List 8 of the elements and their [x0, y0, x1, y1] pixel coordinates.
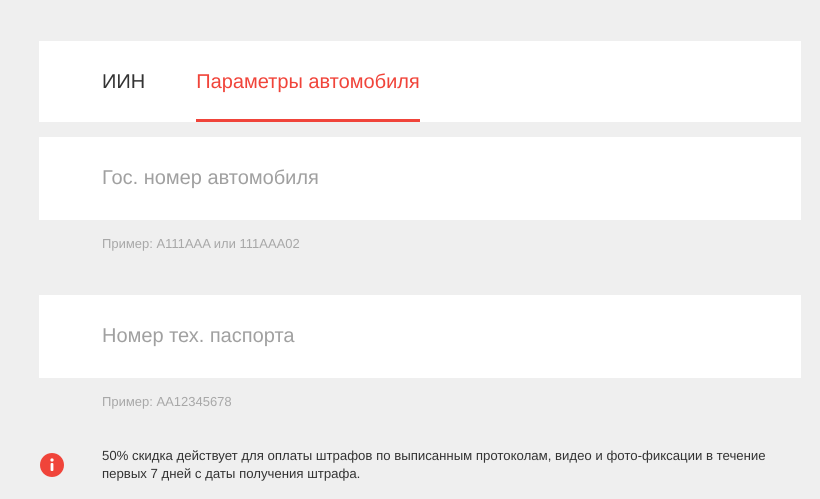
- field-hint: Пример: AA12345678: [101, 392, 233, 411]
- info-icon: [40, 453, 64, 477]
- field-hint: Пример: A111AAA или 111AAA02: [101, 235, 301, 253]
- input-field[interactable]: Гос. номер автомобиля: [39, 137, 801, 220]
- notice-text: 50% скидка действует для оплаты штрафов по выписанным протоколам, видео и фото-фиксации в течение первых 7 дней с даты получения штрафа.: [102, 447, 767, 483]
- input-field[interactable]: Номер тех. паспорта: [39, 294, 801, 378]
- tab[interactable]: Параметры автомобиля: [196, 41, 420, 122]
- tab[interactable]: ИИН: [102, 41, 146, 122]
